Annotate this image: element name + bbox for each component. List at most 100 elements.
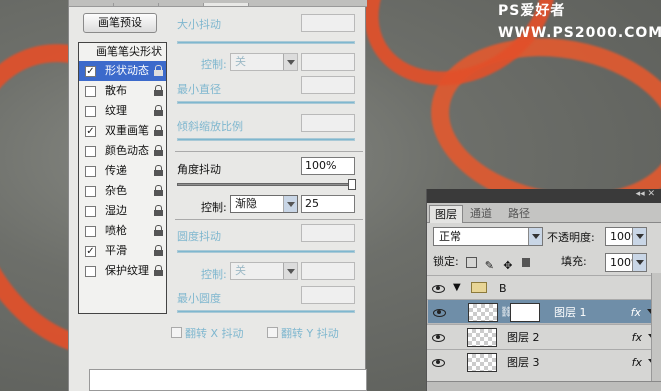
blend-mode-select[interactable]: 正常 [433, 227, 543, 246]
slider-thumb[interactable] [348, 179, 356, 190]
size-control-field[interactable] [301, 53, 355, 71]
angle-control-select[interactable]: 渐隐 [230, 195, 298, 213]
min-diameter-field[interactable] [301, 76, 355, 94]
size-jitter-slider[interactable] [177, 41, 355, 44]
lock-icon[interactable] [154, 145, 163, 157]
tab-channels[interactable]: 通道 [465, 205, 497, 223]
min-roundness-slider[interactable] [177, 310, 355, 313]
min-diameter-slider[interactable] [177, 101, 355, 104]
lock-image-icon[interactable]: ✎ [485, 257, 496, 272]
chevron-down-icon[interactable] [632, 228, 646, 245]
tilt-scale-slider[interactable] [177, 138, 355, 141]
roundness-jitter-slider[interactable] [177, 250, 355, 253]
layers-scrollbar[interactable] [651, 273, 661, 381]
brush-presets-button[interactable]: 画笔预设 [83, 13, 157, 33]
roundness-control-select[interactable]: 关 [230, 262, 298, 280]
fill-field[interactable]: 100% [605, 253, 647, 272]
list-item-noise[interactable]: 杂色 [79, 181, 166, 201]
list-item-transfer[interactable]: 传递 [79, 161, 166, 181]
lock-icon[interactable] [154, 225, 163, 237]
flip-x-jitter-checkbox[interactable]: 翻转 X 抖动 [171, 325, 244, 341]
tab-paragraph[interactable] [114, 3, 159, 6]
eye-icon[interactable] [431, 330, 445, 344]
lock-icon[interactable] [154, 165, 163, 177]
angle-jitter-slider[interactable] [177, 179, 356, 190]
scattering-checkbox[interactable] [85, 86, 96, 97]
layer-mask-thumbnail[interactable] [510, 303, 540, 322]
layer-thumbnail[interactable] [468, 303, 498, 322]
lock-icon[interactable] [154, 185, 163, 197]
list-item-color-dynamics[interactable]: 颜色动态 [79, 141, 166, 161]
layer-group-b[interactable]: ▼ B [427, 275, 661, 300]
lock-row: 锁定: ✎ ✥ 填充: 100% [433, 253, 657, 273]
group-name: B [499, 282, 507, 295]
list-item-scattering[interactable]: 散布 [79, 81, 166, 101]
lock-icon[interactable] [154, 205, 163, 217]
eye-icon[interactable] [431, 281, 445, 295]
tab-character[interactable] [69, 3, 114, 6]
transfer-checkbox[interactable] [85, 166, 96, 177]
layer-thumbnail[interactable] [467, 328, 497, 347]
angle-control-value: 渐隐 [235, 197, 257, 210]
size-control-select[interactable]: 关 [230, 53, 298, 71]
tab-paths[interactable]: 路径 [503, 205, 535, 223]
lock-transparency-icon[interactable] [466, 256, 478, 268]
lock-icon[interactable] [154, 65, 163, 77]
angle-fade-amount-field[interactable]: 25 [301, 195, 355, 213]
tab-brush-presets[interactable] [159, 3, 204, 6]
dual-brush-checkbox[interactable]: ✓ [85, 126, 96, 137]
smoothing-checkbox[interactable]: ✓ [85, 246, 96, 257]
list-item-label: 保护纹理 [105, 264, 149, 277]
chevron-down-icon[interactable] [283, 196, 297, 212]
list-item-wet-edges[interactable]: 湿边 [79, 201, 166, 221]
airbrush-checkbox[interactable] [85, 226, 96, 237]
roundness-jitter-field[interactable] [301, 224, 355, 242]
list-item-shape-dynamics[interactable]: ✓ 形状动态 [79, 61, 166, 81]
expand-triangle-icon[interactable]: ▼ [453, 282, 461, 293]
list-item-dual-brush[interactable]: ✓ 双重画笔 [79, 121, 166, 141]
brush-tip-shape-item[interactable]: 画笔笔尖形状 [79, 43, 166, 61]
list-item-protect-texture[interactable]: 保护纹理 [79, 261, 166, 281]
list-item-smoothing[interactable]: ✓ 平滑 [79, 241, 166, 261]
chevron-down-icon[interactable] [283, 263, 297, 279]
fx-icon[interactable]: fx [631, 300, 641, 325]
tilt-scale-field[interactable] [301, 114, 355, 132]
list-item-texture[interactable]: 纹理 [79, 101, 166, 121]
collapse-icon[interactable]: ◂◂ ✕ [636, 189, 655, 199]
fx-icon[interactable]: fx [632, 325, 642, 350]
texture-checkbox[interactable] [85, 106, 96, 117]
protect-texture-checkbox[interactable] [85, 266, 96, 277]
size-jitter-field[interactable] [301, 14, 355, 32]
opacity-field[interactable]: 100% [605, 227, 647, 246]
wet-edges-checkbox[interactable] [85, 206, 96, 217]
lock-icon[interactable] [154, 105, 163, 117]
flip-y-jitter-checkbox[interactable]: 翻转 Y 抖动 [267, 325, 339, 341]
lock-icon[interactable] [154, 125, 163, 137]
lock-position-icon[interactable]: ✥ [503, 257, 514, 272]
tab-layers[interactable]: 图层 [429, 205, 463, 223]
lock-icon[interactable] [154, 85, 163, 97]
fx-icon[interactable]: fx [632, 350, 642, 375]
min-roundness-label: 最小圆度 [177, 292, 221, 305]
chevron-down-icon[interactable] [632, 254, 646, 271]
list-item-airbrush[interactable]: 喷枪 [79, 221, 166, 241]
lock-all-icon[interactable] [521, 257, 530, 267]
noise-checkbox[interactable] [85, 186, 96, 197]
tab-brush[interactable] [204, 3, 249, 6]
color-dynamics-checkbox[interactable] [85, 146, 96, 157]
shape-dynamics-checkbox[interactable]: ✓ [85, 66, 96, 77]
lock-icon[interactable] [154, 245, 163, 257]
eye-icon[interactable] [432, 305, 446, 319]
lock-icon[interactable] [154, 265, 163, 277]
chevron-down-icon[interactable] [283, 54, 297, 70]
eye-icon[interactable] [431, 355, 445, 369]
layer-row-2[interactable]: 图层 2 fx [427, 324, 661, 349]
layer-thumbnail[interactable] [467, 353, 497, 372]
layer-row-3[interactable]: 图层 3 fx [427, 349, 661, 374]
angle-jitter-field[interactable]: 100% [301, 157, 355, 175]
layers-panel-titlebar[interactable]: ◂◂ ✕ [427, 189, 661, 203]
roundness-control-field[interactable] [301, 262, 355, 280]
chevron-down-icon[interactable] [528, 228, 542, 245]
layer-row-1[interactable]: ⛓ 图层 1 fx [427, 299, 661, 324]
min-roundness-field[interactable] [301, 286, 355, 304]
